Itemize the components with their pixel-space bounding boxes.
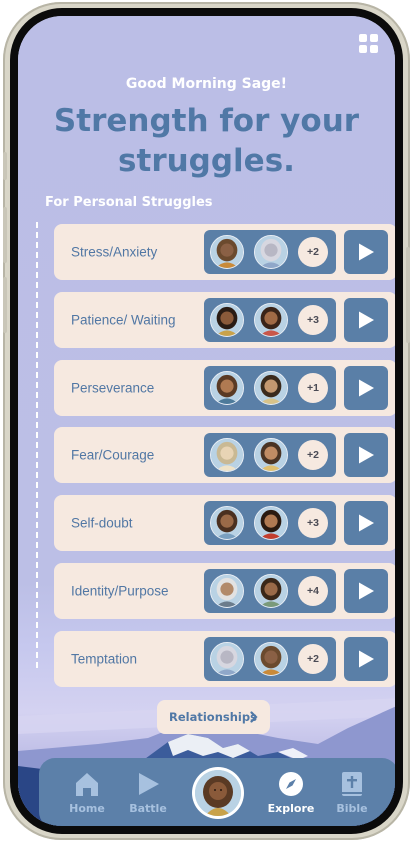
character-avatars[interactable]: +2 bbox=[204, 230, 336, 274]
character-avatars[interactable]: +2 bbox=[204, 433, 336, 477]
struggle-label: Temptation bbox=[71, 651, 138, 667]
play-button[interactable] bbox=[344, 637, 388, 681]
character-avatars[interactable]: +3 bbox=[204, 298, 336, 342]
play-icon bbox=[359, 582, 374, 600]
play-icon bbox=[359, 650, 374, 668]
power-button bbox=[406, 247, 410, 343]
struggle-label: Identity/Purpose bbox=[71, 583, 169, 599]
play-button[interactable] bbox=[344, 501, 388, 545]
chevron-right-icon bbox=[250, 711, 258, 723]
play-icon bbox=[359, 311, 374, 329]
character-avatar bbox=[254, 642, 288, 676]
play-icon bbox=[359, 243, 374, 261]
struggle-row[interactable]: Self-doubt +3 bbox=[54, 495, 395, 551]
home-icon bbox=[76, 773, 98, 796]
struggle-row[interactable]: Identity/Purpose +4 bbox=[54, 563, 395, 619]
phone-bezel: Good Morning Sage! Strength for your str… bbox=[10, 8, 403, 834]
play-icon bbox=[359, 446, 374, 464]
greeting-text: Good Morning Sage! bbox=[125, 76, 288, 92]
character-avatar bbox=[254, 235, 288, 269]
relationships-button[interactable]: Relationships bbox=[157, 700, 270, 734]
volume-down-button bbox=[3, 277, 7, 333]
more-characters-badge: +2 bbox=[298, 237, 328, 267]
character-avatars[interactable]: +1 bbox=[204, 366, 336, 410]
character-avatars[interactable]: +3 bbox=[204, 501, 336, 545]
character-avatar bbox=[210, 574, 244, 608]
more-characters-badge: +3 bbox=[298, 508, 328, 538]
compass-icon bbox=[279, 772, 303, 796]
grid-menu-icon[interactable] bbox=[359, 34, 379, 54]
character-avatars[interactable]: +2 bbox=[204, 637, 336, 681]
struggle-label: Patience/ Waiting bbox=[71, 312, 176, 328]
play-button[interactable] bbox=[344, 298, 388, 342]
nav-battle-label: Battle bbox=[129, 802, 167, 815]
struggle-label: Fear/Courage bbox=[71, 447, 155, 463]
app-screen: Good Morning Sage! Strength for your str… bbox=[18, 16, 395, 826]
character-avatar bbox=[210, 438, 244, 472]
nav-home[interactable]: Home bbox=[57, 770, 117, 815]
struggle-row[interactable]: Perseverance +1 bbox=[54, 360, 395, 416]
character-avatar bbox=[210, 371, 244, 405]
struggle-row[interactable]: Temptation +2 bbox=[54, 631, 395, 687]
volume-up-button bbox=[3, 207, 7, 263]
nav-home-label: Home bbox=[69, 802, 105, 815]
nav-explore-label: Explore bbox=[267, 802, 315, 815]
play-button[interactable] bbox=[344, 433, 388, 477]
relationships-label: Relationships bbox=[169, 710, 257, 724]
profile-avatar[interactable] bbox=[192, 767, 244, 819]
more-characters-badge: +2 bbox=[298, 440, 328, 470]
character-avatar bbox=[254, 574, 288, 608]
bottom-nav: Home Battle Explore Bible bbox=[39, 758, 395, 826]
side-button bbox=[3, 152, 7, 180]
section-label: For Personal Struggles bbox=[45, 195, 213, 210]
character-avatar bbox=[210, 506, 244, 540]
character-avatar bbox=[210, 303, 244, 337]
phone-frame: Good Morning Sage! Strength for your str… bbox=[3, 2, 410, 840]
play-icon bbox=[359, 379, 374, 397]
play-button[interactable] bbox=[344, 230, 388, 274]
struggle-label: Stress/Anxiety bbox=[71, 244, 158, 260]
play-button[interactable] bbox=[344, 366, 388, 410]
more-characters-badge: +3 bbox=[298, 305, 328, 335]
struggle-label: Self-doubt bbox=[71, 515, 133, 531]
character-avatar bbox=[254, 506, 288, 540]
struggle-label: Perseverance bbox=[71, 380, 155, 396]
character-avatar bbox=[254, 438, 288, 472]
struggle-row[interactable]: Stress/Anxiety +2 bbox=[54, 224, 395, 280]
nav-bible-label: Bible bbox=[336, 802, 368, 815]
nav-battle[interactable]: Battle bbox=[118, 770, 178, 815]
bible-icon bbox=[342, 772, 362, 796]
struggle-row[interactable]: Fear/Courage +2 bbox=[54, 427, 395, 483]
character-avatar bbox=[210, 235, 244, 269]
nav-bible[interactable]: Bible bbox=[322, 770, 382, 815]
play-icon bbox=[139, 773, 159, 795]
page-title: Strength for your struggles. bbox=[53, 103, 360, 179]
play-button[interactable] bbox=[344, 569, 388, 613]
timeline-line bbox=[36, 222, 38, 668]
more-characters-badge: +1 bbox=[298, 373, 328, 403]
play-icon bbox=[359, 514, 374, 532]
character-avatar bbox=[210, 642, 244, 676]
character-avatars[interactable]: +4 bbox=[204, 569, 336, 613]
more-characters-badge: +4 bbox=[298, 576, 328, 606]
more-characters-badge: +2 bbox=[298, 644, 328, 674]
character-avatar bbox=[254, 371, 288, 405]
character-avatar bbox=[254, 303, 288, 337]
struggle-row[interactable]: Patience/ Waiting +3 bbox=[54, 292, 395, 348]
nav-explore[interactable]: Explore bbox=[261, 770, 321, 815]
